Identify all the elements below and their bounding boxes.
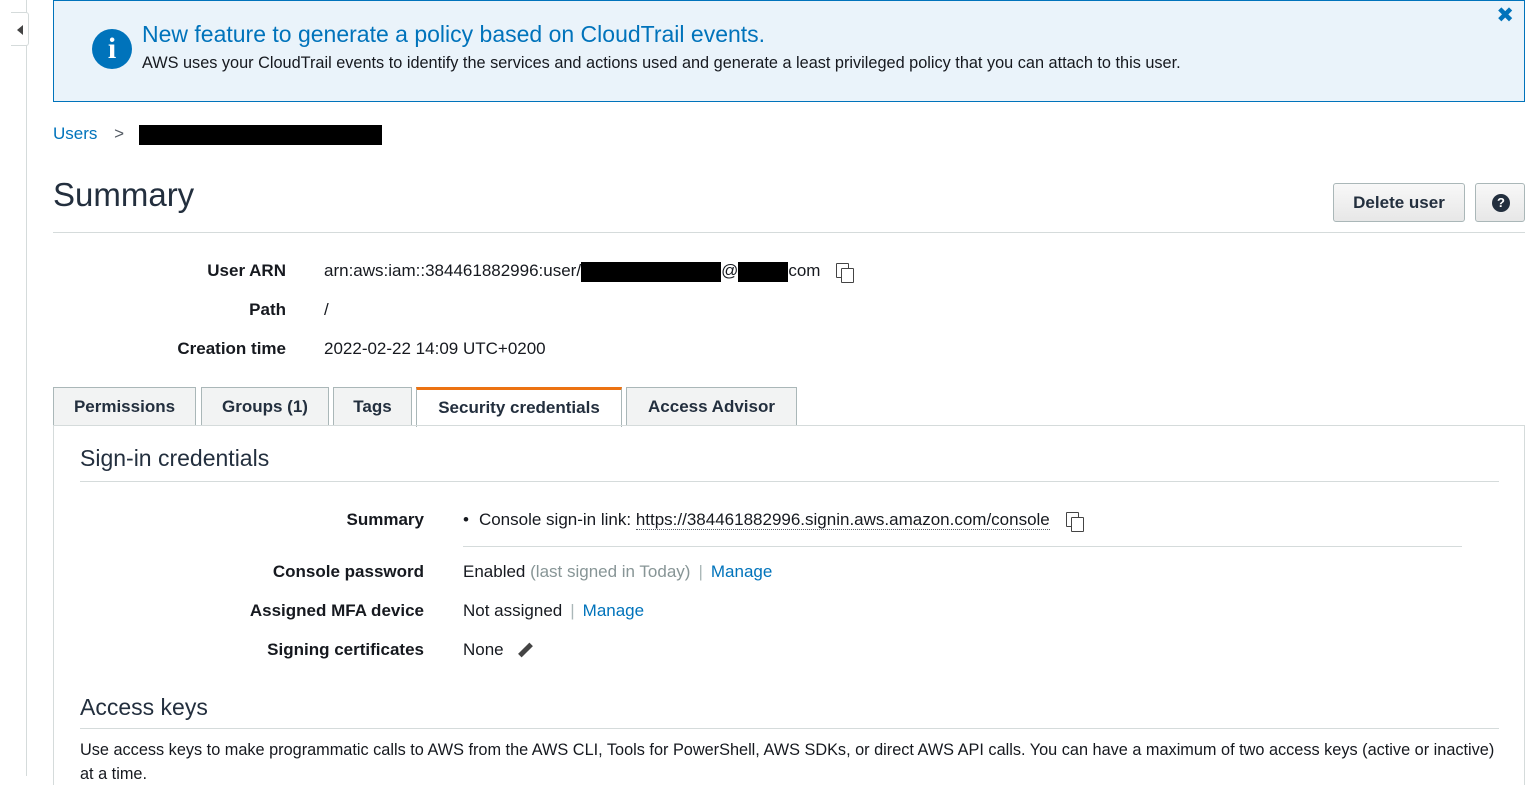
close-icon[interactable]: ✖: [1496, 3, 1514, 28]
password-status: Enabled: [463, 562, 526, 581]
breadcrumb-users-link[interactable]: Users: [53, 124, 97, 143]
help-button[interactable]: ?: [1475, 183, 1525, 222]
banner-text: AWS uses your CloudTrail events to ident…: [142, 54, 1181, 72]
console-password-label: Console password: [272, 562, 424, 581]
redacted-email-domain: [738, 261, 789, 282]
mfa-device-label: Assigned MFA device: [249, 601, 424, 620]
console-signin-link-row: • Console sign-in link: https://384461882…: [463, 510, 1085, 532]
manage-mfa-link[interactable]: Manage: [583, 601, 644, 620]
tab-security-credentials[interactable]: Security credentials: [416, 387, 622, 427]
console-password-value: Enabled (last signed in Today) | Manage: [463, 562, 772, 582]
info-banner: i New feature to generate a policy based…: [53, 0, 1525, 102]
redacted-username: [138, 124, 382, 145]
divider: [463, 546, 1462, 547]
access-keys-heading: Access keys: [80, 694, 208, 720]
divider: [53, 232, 1525, 233]
summary-label: Summary: [346, 510, 424, 529]
path-value: /: [324, 300, 329, 319]
delete-user-button[interactable]: Delete user: [1333, 183, 1465, 222]
collapse-nav-icon[interactable]: [11, 12, 29, 46]
pencil-icon[interactable]: [516, 642, 534, 660]
user-arn-value: arn:aws:iam::384461882996:user/ @ com: [324, 261, 855, 283]
user-arn-label: User ARN: [207, 261, 286, 280]
certs-status: None: [463, 640, 504, 659]
user-arn-suffix: com: [788, 261, 821, 280]
copy-link-icon[interactable]: [1065, 511, 1085, 532]
separator: |: [698, 562, 703, 581]
console-signin-link[interactable]: https://384461882996.signin.aws.amazon.c…: [635, 510, 1050, 530]
creation-time-value: 2022-02-22 14:09 UTC+0200: [324, 339, 546, 358]
divider: [80, 481, 1499, 482]
breadcrumb: Users >: [53, 124, 382, 145]
redacted-email-user: [581, 261, 722, 282]
info-icon: i: [92, 29, 132, 69]
chevron-right-icon: >: [114, 124, 125, 143]
signing-certificates-label: Signing certificates: [267, 640, 424, 659]
help-icon: ?: [1492, 194, 1510, 212]
access-keys-description: Use access keys to make programmatic cal…: [80, 741, 1495, 783]
tab-permissions[interactable]: Permissions: [53, 387, 196, 426]
banner-title[interactable]: New feature to generate a policy based o…: [142, 21, 765, 48]
manage-password-link[interactable]: Manage: [711, 562, 772, 581]
bullet: •: [463, 510, 469, 529]
mfa-device-value: Not assigned | Manage: [463, 601, 644, 621]
signing-certificates-value: None: [463, 640, 534, 660]
security-credentials-panel: Sign-in credentials Summary • Console sig…: [53, 425, 1525, 785]
path-label: Path: [249, 300, 286, 319]
signin-credentials-heading: Sign-in credentials: [80, 445, 270, 471]
tab-access-advisor[interactable]: Access Advisor: [626, 387, 797, 426]
last-signed-note: (last signed in Today): [530, 562, 691, 581]
user-arn-at: @: [721, 261, 739, 280]
tab-tags[interactable]: Tags: [333, 387, 412, 426]
divider: [80, 728, 1499, 729]
copy-arn-icon[interactable]: [835, 262, 855, 283]
separator: |: [570, 601, 575, 620]
page-title: Summary: [53, 176, 195, 213]
mfa-status: Not assigned: [463, 601, 563, 620]
tab-groups[interactable]: Groups (1): [201, 387, 329, 426]
signin-link-prefix: Console sign-in link:: [478, 510, 632, 529]
creation-time-label: Creation time: [177, 339, 286, 358]
left-nav-rail: [0, 0, 29, 776]
user-arn-prefix: arn:aws:iam::384461882996:user/: [324, 261, 582, 280]
